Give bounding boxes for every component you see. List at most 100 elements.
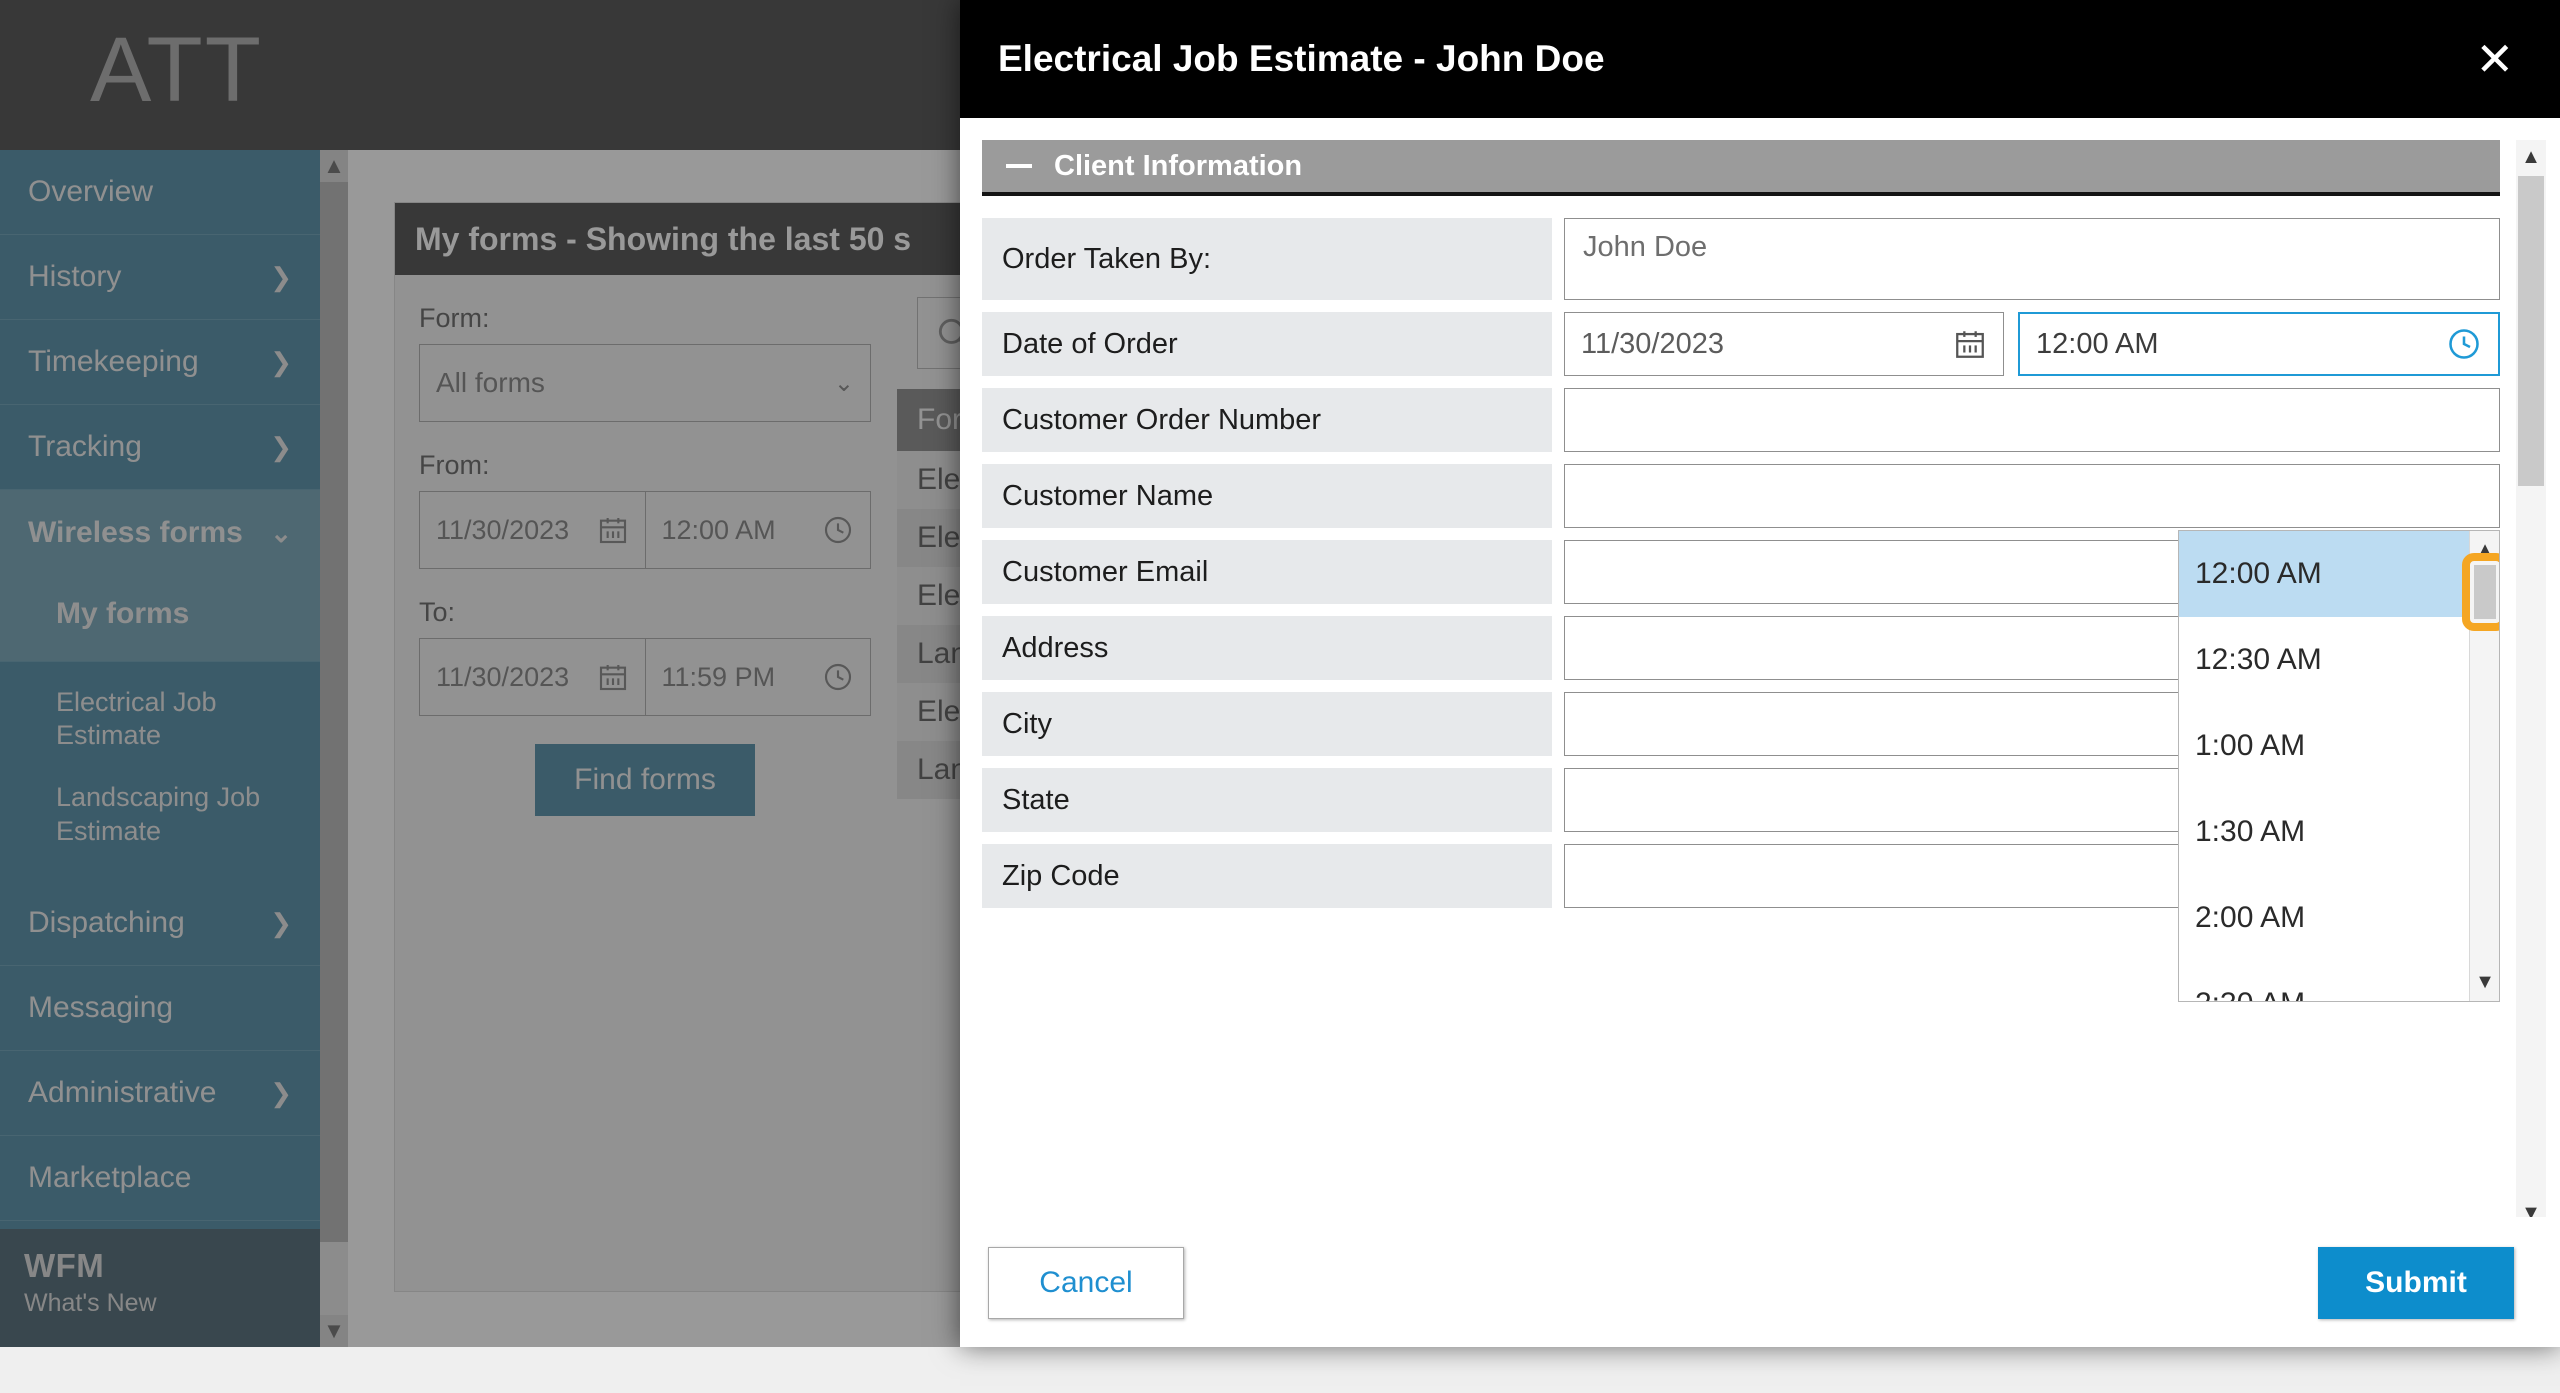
sidebar-item-landscaping-job-estimate[interactable]: Landscaping Job Estimate [0, 767, 320, 863]
customer-order-number-input[interactable] [1564, 388, 2500, 452]
to-date-input[interactable]: 11/30/2023 [420, 639, 645, 715]
field-label: City [982, 692, 1552, 756]
sidebar-item-history[interactable]: History ❯ [0, 235, 320, 320]
from-label: From: [419, 450, 490, 480]
chevron-down-icon[interactable]: ▼ [320, 1315, 348, 1347]
sidebar-item-marketplace[interactable]: Marketplace [0, 1135, 320, 1221]
app-root: ATT Overview History ❯ Timekeeping ❯ Tra… [0, 0, 2560, 1393]
sidebar-footer-subtitle: What's New [24, 1289, 157, 1317]
sidebar-item-label: Marketplace [28, 1160, 192, 1194]
field-label: Zip Code [982, 844, 1552, 908]
to-time-value: 11:59 PM [661, 661, 776, 692]
find-forms-button[interactable]: Find forms [535, 744, 755, 816]
field-value-wrap [1564, 464, 2500, 528]
clock-icon [822, 514, 854, 546]
time-option[interactable]: 1:00 AM [2179, 703, 2499, 789]
from-date-input[interactable]: 11/30/2023 [420, 492, 645, 568]
sidebar-item-label: Overview [28, 175, 154, 208]
field-label: Order Taken By: [982, 218, 1552, 300]
field-label: State [982, 768, 1552, 832]
chevron-right-icon: ❯ [270, 432, 292, 462]
chevron-down-icon[interactable]: ▼ [2470, 965, 2499, 999]
field-label: Date of Order [982, 312, 1552, 376]
field-value-wrap: 11/30/2023 12:00 AM [1564, 312, 2500, 376]
sidebar-item-my-forms[interactable]: My forms [0, 575, 320, 647]
electrical-job-estimate-modal: Electrical Job Estimate - John Doe ✕ Cli… [960, 0, 2560, 1347]
cancel-button[interactable]: Cancel [988, 1246, 1184, 1319]
sidebar-item-label: Messaging [28, 990, 174, 1024]
sidebar-item-timekeeping[interactable]: Timekeeping ❯ [0, 320, 320, 405]
field-row-order-taken-by: Order Taken By: John Doe [982, 218, 2500, 300]
sidebar-footer-title: WFM [24, 1247, 105, 1284]
sidebar-subnav-forms-list: Electrical Job Estimate Landscaping Job … [0, 661, 320, 881]
close-icon[interactable]: ✕ [2475, 36, 2514, 82]
modal-footer: Cancel Submit [960, 1217, 2560, 1347]
modal-scrollbar[interactable]: ▲ ▼ [2516, 140, 2546, 1217]
filters-column: Form: All forms ⌄ From: 11/30/2023 12:00… [395, 275, 895, 1293]
chevron-down-icon: ⌄ [833, 369, 854, 397]
customer-name-input[interactable] [1564, 464, 2500, 528]
time-dropdown-list[interactable]: 12:00 AM 12:30 AM 1:00 AM 1:30 AM 2:00 A… [2178, 530, 2500, 1002]
sidebar-item-dispatching[interactable]: Dispatching ❯ [0, 880, 320, 966]
to-date-value: 11/30/2023 [436, 661, 570, 692]
scrollbar-thumb-highlight [2462, 553, 2499, 631]
time-dropdown-scrollbar[interactable]: ▲ ▼ [2462, 531, 2499, 1001]
modal-scrollbar-thumb[interactable] [2518, 176, 2544, 486]
form-filter-select[interactable]: All forms ⌄ [419, 344, 871, 422]
section-header-client-information[interactable]: Client Information [982, 140, 2500, 196]
field-label: Customer Email [982, 540, 1552, 604]
sidebar-item-tracking[interactable]: Tracking ❯ [0, 405, 320, 490]
sidebar-item-wireless-forms[interactable]: Wireless forms ⌄ [0, 490, 320, 575]
modal-header: Electrical Job Estimate - John Doe ✕ [960, 0, 2560, 118]
time-option[interactable]: 2:00 AM [2179, 875, 2499, 961]
chevron-right-icon: ❯ [270, 1077, 292, 1108]
sidebar-item-label: Timekeeping [28, 345, 199, 378]
sidebar-nav: Overview History ❯ Timekeeping ❯ Trackin… [0, 150, 320, 1347]
from-datetime-row: 11/30/2023 12:00 AM [419, 491, 871, 569]
chevron-right-icon: ❯ [270, 262, 292, 292]
sidebar-scrollbar-thumb[interactable] [320, 182, 348, 1242]
app-logo: ATT [90, 19, 263, 121]
sidebar-item-label: Wireless forms [28, 515, 243, 549]
time-option[interactable]: 2:30 AM [2179, 961, 2499, 1001]
clock-icon[interactable] [2446, 326, 2482, 362]
from-time-input[interactable]: 12:00 AM [644, 492, 871, 568]
sidebar-item-label: Dispatching [28, 905, 185, 939]
clock-icon [822, 661, 854, 693]
form-filter-value: All forms [436, 367, 545, 398]
to-label: To: [419, 597, 456, 627]
to-time-input[interactable]: 11:59 PM [644, 639, 871, 715]
form-filter-label: Form: [419, 303, 490, 333]
calendar-icon[interactable] [1953, 327, 1987, 361]
submit-button[interactable]: Submit [2318, 1246, 2514, 1319]
field-value-wrap: John Doe [1564, 218, 2500, 300]
field-row-customer-name: Customer Name [982, 464, 2500, 528]
minus-icon[interactable] [1006, 164, 1032, 168]
to-datetime-row: 11/30/2023 11:59 PM [419, 638, 871, 716]
time-option[interactable]: 12:00 AM [2179, 531, 2499, 617]
sidebar-item-messaging[interactable]: Messaging [0, 965, 320, 1051]
chevron-up-icon[interactable]: ▲ [320, 150, 348, 182]
sidebar-scrollbar[interactable]: ▲ ▼ [320, 150, 348, 1347]
date-of-order-date-input[interactable]: 11/30/2023 [1564, 312, 2004, 376]
sidebar-item-overview[interactable]: Overview [0, 150, 320, 235]
order-taken-by-input[interactable]: John Doe [1564, 218, 2500, 300]
chevron-up-icon[interactable]: ▲ [2516, 140, 2546, 174]
chevron-right-icon: ❯ [270, 347, 292, 377]
sidebar-item-electrical-job-estimate[interactable]: Electrical Job Estimate [0, 672, 320, 768]
date-of-order-date-value: 11/30/2023 [1581, 327, 1724, 360]
field-row-date-of-order: Date of Order 11/30/2023 12:00 AM [982, 312, 2500, 376]
sidebar-footer[interactable]: WFM What's New [0, 1229, 320, 1347]
chevron-down-icon[interactable]: ▼ [2516, 1196, 2546, 1218]
time-option[interactable]: 12:30 AM [2179, 617, 2499, 703]
calendar-icon [597, 514, 629, 546]
sidebar-subnav-wireless-forms: My forms [0, 575, 320, 662]
time-option[interactable]: 1:30 AM [2179, 789, 2499, 875]
from-time-value: 12:00 AM [661, 514, 776, 545]
from-date-value: 11/30/2023 [436, 514, 570, 545]
section-title: Client Information [1054, 149, 1303, 182]
date-of-order-time-input[interactable]: 12:00 AM [2018, 312, 2500, 376]
sidebar-item-administrative[interactable]: Administrative ❯ [0, 1050, 320, 1136]
modal-body: Client Information Order Taken By: John … [960, 118, 2560, 1217]
date-of-order-time-value: 12:00 AM [2036, 327, 2159, 360]
